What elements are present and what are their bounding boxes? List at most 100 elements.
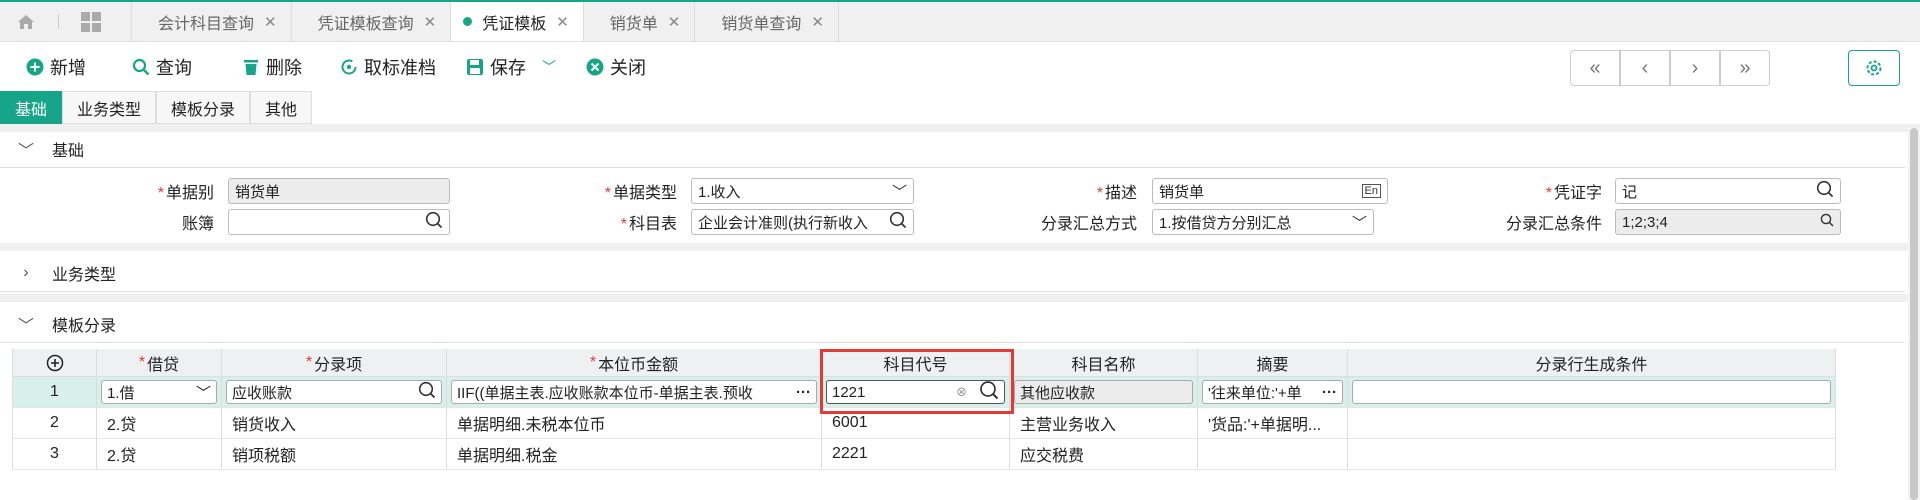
scrollbar-thumb[interactable] <box>1910 128 1918 500</box>
col-header-cond[interactable]: 分录行生成条件 <box>1348 349 1836 377</box>
name-cell[interactable]: 应交税费 <box>1010 439 1198 470</box>
row-number: 2 <box>13 408 97 439</box>
amount-cell[interactable]: 单据明细.未税本位币 <box>447 408 822 439</box>
code-cell[interactable]: 6001 <box>822 408 1010 439</box>
name-cell[interactable]: 主营业务收入 <box>1010 408 1198 439</box>
desc-field[interactable]: 销货单 En <box>1152 178 1388 204</box>
item-cell[interactable]: 应收账款 <box>222 377 447 408</box>
voucher-word-field[interactable]: 记 <box>1615 178 1841 204</box>
cond-cell[interactable] <box>1348 439 1836 470</box>
delete-button[interactable]: 删除 <box>242 54 302 80</box>
section-tabs: 基础 业务类型 模板分录 其他 <box>0 91 313 124</box>
memo-cell[interactable] <box>1198 439 1348 470</box>
grid-header-row: * 借贷 * 分录项 * 本位币金额 科目代号 科目名称 摘要 分录行生成条件 <box>13 349 1836 377</box>
chevron-down-icon: ﹀ <box>17 142 34 160</box>
close-icon[interactable]: ✕ <box>668 13 681 31</box>
dc-cell[interactable]: 2.贷 <box>97 408 222 439</box>
active-dot-icon <box>463 17 473 26</box>
col-header-item[interactable]: * 分录项 <box>222 349 447 377</box>
dc-cell[interactable]: 2.贷 <box>97 439 222 470</box>
close-icon[interactable]: ✕ <box>264 13 277 31</box>
section-business-type-header[interactable]: › 业务类型 <box>0 254 1905 292</box>
apps-grid-icon[interactable] <box>65 2 117 41</box>
add-label: 新增 <box>50 58 86 78</box>
add-row-icon[interactable] <box>13 349 97 377</box>
close-icon[interactable]: ✕ <box>811 13 824 31</box>
add-button[interactable]: 新增 <box>26 54 86 80</box>
form-row: * 描述 销货单 En <box>1030 178 1388 204</box>
home-icon[interactable] <box>0 2 52 41</box>
last-record-icon[interactable]: » <box>1720 50 1770 86</box>
section-title: 模板分录 <box>52 317 117 335</box>
doc-type-field[interactable]: 销货单 <box>228 178 450 204</box>
tab-sales-order-query[interactable]: 销货单查询 ✕ <box>695 2 839 41</box>
query-button[interactable]: 查询 <box>132 54 192 80</box>
ledger-field[interactable] <box>228 209 450 235</box>
chevron-down-icon[interactable]: ﹀ <box>542 57 556 77</box>
code-cell[interactable]: 2221 <box>822 439 1010 470</box>
doc-category-label: * 单据类型 <box>604 185 677 202</box>
section-basic-header[interactable]: ﹀ 基础 <box>0 130 1905 168</box>
prev-record-icon[interactable]: ‹ <box>1620 50 1670 86</box>
tab-voucher-template[interactable]: 凭证模板 ✕ <box>451 2 584 41</box>
unarchive-button[interactable]: 取标准档 <box>340 54 436 80</box>
memo-cell[interactable]: '往来单位:'+单 ··· <box>1198 377 1348 408</box>
close-label: 关闭 <box>610 58 646 78</box>
next-record-icon[interactable]: › <box>1670 50 1720 86</box>
tab-sales-order[interactable]: 销货单 ✕ <box>584 2 696 41</box>
chart-field[interactable]: 企业会计准则(执行新收入 <box>691 209 914 235</box>
plus-circle-icon <box>26 58 44 76</box>
dc-cell[interactable]: 1.借 ﹀ <box>97 377 222 408</box>
summary-cond-label: 分录汇总条件 <box>1505 216 1602 233</box>
more-icon: ··· <box>1322 383 1337 401</box>
subtab-template-entries[interactable]: 模板分录 <box>156 91 251 124</box>
col-header-dc[interactable]: * 借贷 <box>97 349 222 377</box>
code-cell[interactable]: 1221 ⊗ <box>822 377 1010 408</box>
section-title: 业务类型 <box>52 266 117 284</box>
amount-cell[interactable]: 单据明细.税金 <box>447 439 822 470</box>
item-cell[interactable]: 销项税额 <box>222 439 447 470</box>
section-spacer <box>0 243 1920 251</box>
section-template-entries-header[interactable]: ﹀ 模板分录 <box>0 305 1905 343</box>
chart-label: * 科目表 <box>620 216 677 233</box>
translate-icon: En <box>1361 184 1381 198</box>
col-header-name[interactable]: 科目名称 <box>1010 349 1198 377</box>
tab-label: 销货单查询 <box>721 15 802 33</box>
chevron-right-icon: › <box>23 263 29 281</box>
record-pager: « ‹ › » <box>1570 50 1770 86</box>
col-header-amount[interactable]: * 本位币金额 <box>447 349 822 377</box>
table-row[interactable]: 3 2.贷 销项税额 单据明细.税金 2221 应交税费 <box>13 439 1836 470</box>
tab-account-query[interactable]: 会计科目查询 ✕ <box>131 2 292 41</box>
vertical-scrollbar[interactable] <box>1908 128 1920 500</box>
table-row[interactable]: 2 2.贷 销货收入 单据明细.未税本位币 6001 主营业务收入 '货品:'+… <box>13 408 1836 439</box>
form-row: 分录汇总方式 1.按借贷方分别汇总 ﹀ <box>1030 209 1374 235</box>
summary-cond-field[interactable]: 1;2;3;4 <box>1615 209 1841 235</box>
memo-cell[interactable]: '货品:'+单据明... <box>1198 408 1348 439</box>
close-icon[interactable]: ✕ <box>556 13 569 31</box>
subtab-basic[interactable]: 基础 <box>0 91 63 124</box>
search-icon <box>1820 213 1834 231</box>
close-button[interactable]: 关闭 <box>586 54 646 80</box>
subtab-other[interactable]: 其他 <box>250 91 313 124</box>
col-header-memo[interactable]: 摘要 <box>1198 349 1348 377</box>
close-icon[interactable]: ✕ <box>424 13 437 31</box>
first-record-icon[interactable]: « <box>1570 50 1620 86</box>
summary-method-select[interactable]: 1.按借贷方分别汇总 ﹀ <box>1152 209 1374 235</box>
subtab-business-type[interactable]: 业务类型 <box>62 91 157 124</box>
name-cell[interactable]: 其他应收款 <box>1010 377 1198 408</box>
doc-category-select[interactable]: 1.收入 ﹀ <box>691 178 914 204</box>
cond-cell[interactable] <box>1348 377 1836 408</box>
col-header-code[interactable]: 科目代号 <box>822 349 1010 377</box>
item-cell[interactable]: 销货收入 <box>222 408 447 439</box>
save-button[interactable]: 保存 ﹀ <box>466 54 556 80</box>
gear-icon[interactable] <box>1848 50 1900 86</box>
refresh-icon <box>340 58 358 76</box>
tab-label: 凭证模板 <box>482 15 547 33</box>
trash-icon <box>242 58 260 76</box>
table-row[interactable]: 1 1.借 ﹀ 应收账款 IIF((单据主表.应收账款本位币-单据主表.预收 ···… <box>13 377 1836 408</box>
cond-cell[interactable] <box>1348 408 1836 439</box>
toolbar: 新增 查询 删除 取标准档 保存 ﹀ 关闭 « ‹ › » <box>0 43 1920 91</box>
amount-cell[interactable]: IIF((单据主表.应收账款本位币-单据主表.预收 ··· <box>447 377 822 408</box>
delete-label: 删除 <box>266 58 302 78</box>
tab-voucher-template-query[interactable]: 凭证模板查询 ✕ <box>292 2 452 41</box>
